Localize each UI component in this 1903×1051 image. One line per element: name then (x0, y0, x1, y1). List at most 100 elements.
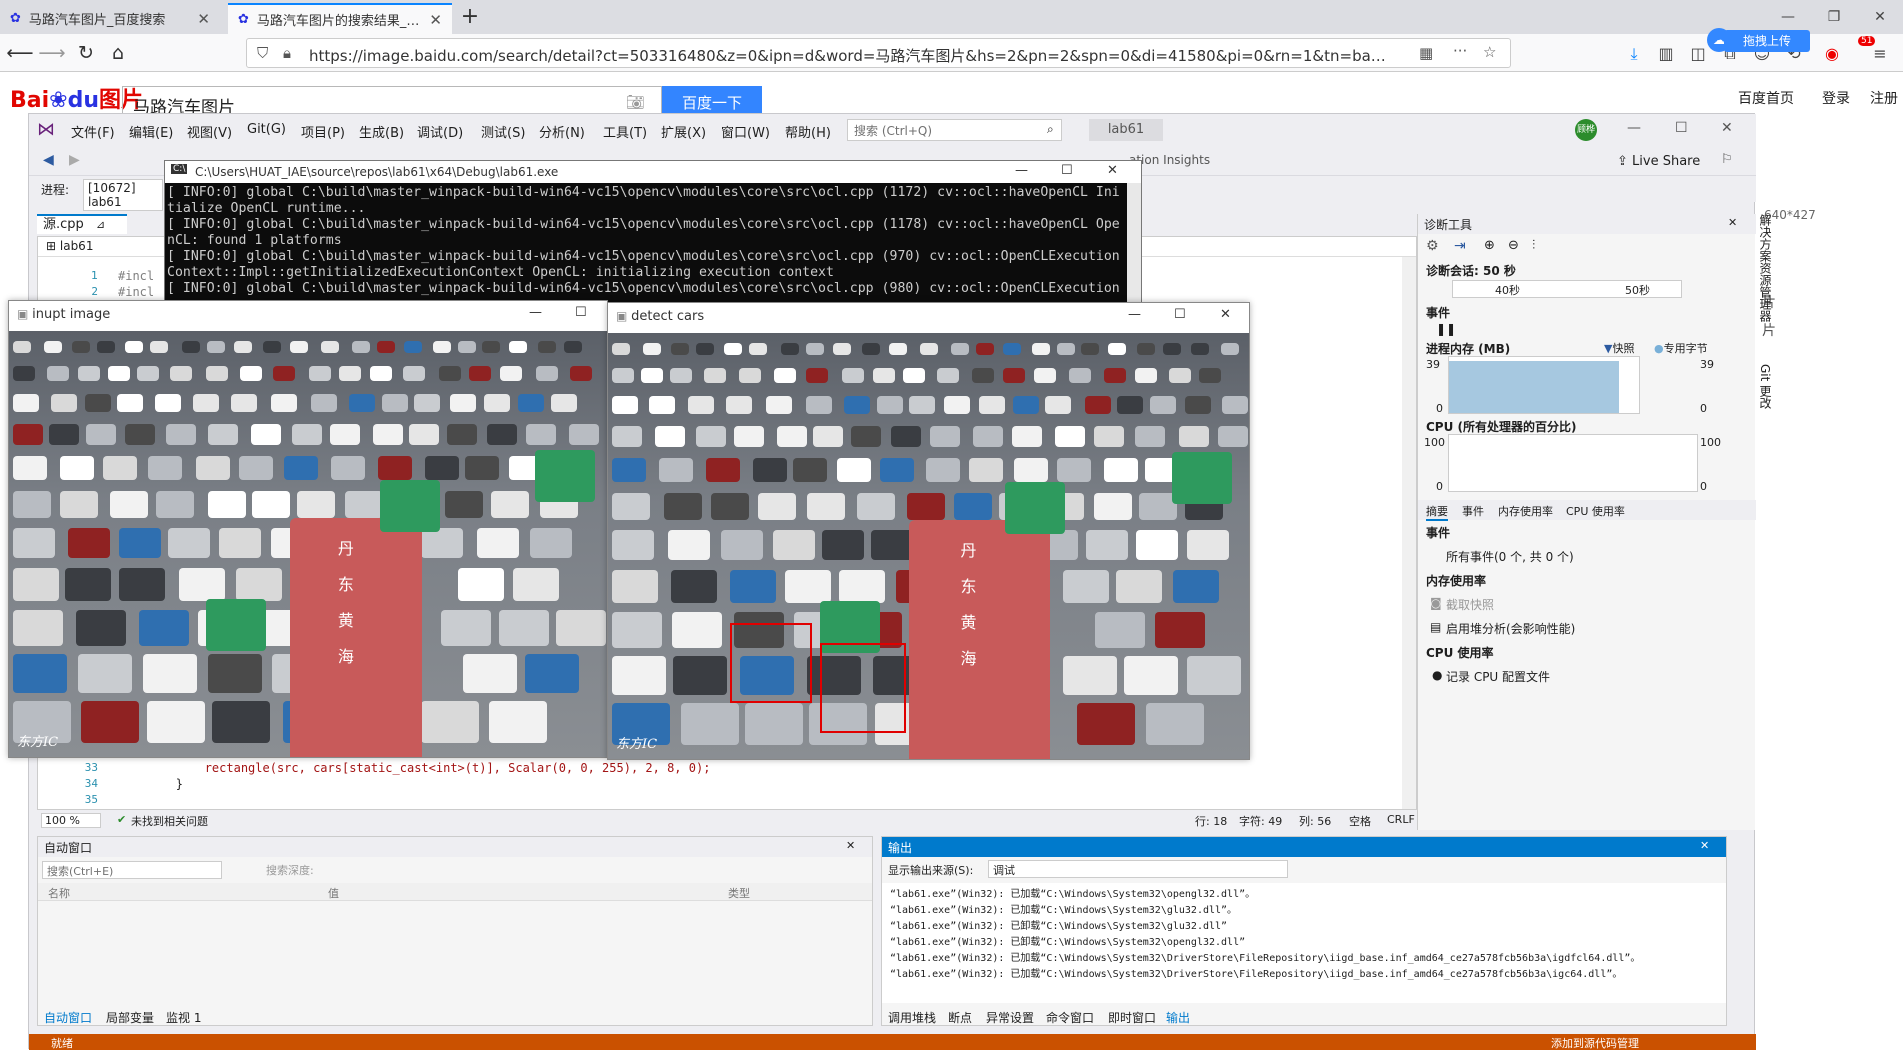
detect-cars-window[interactable]: ▣ detect cars — ☐ ✕ 丹东黄海东方IC (607, 302, 1250, 760)
menu-build[interactable]: 生成(B) (359, 122, 404, 141)
avatar[interactable]: 顾桦 (1575, 119, 1597, 141)
restore-button[interactable]: ❐ (1811, 0, 1857, 34)
close-tab-icon[interactable]: ✕ (429, 11, 442, 29)
tab-summary[interactable]: 摘要 (1426, 503, 1448, 521)
tab-command-window[interactable]: 命令窗口 (1046, 1009, 1094, 1026)
console-scrollbar[interactable] (1127, 183, 1141, 303)
url-text[interactable]: https://image.baidu.com/search/detail?ct… (309, 45, 1389, 66)
process-select[interactable]: [10672] lab61 (83, 179, 163, 211)
menu-view[interactable]: 视图(V) (187, 122, 232, 141)
take-snapshot-button[interactable]: 截取快照 (1446, 596, 1494, 613)
tab-call-stack[interactable]: 调用堆栈 (888, 1009, 936, 1026)
memory-graph[interactable] (1448, 356, 1640, 414)
heap-profiling-button[interactable]: 启用堆分析(会影响性能) (1446, 620, 1575, 637)
zoom-in-icon[interactable]: ⊕ (1484, 238, 1495, 253)
menu-project[interactable]: 项目(P) (301, 122, 345, 141)
forward-icon[interactable]: ▶ (69, 152, 80, 168)
solution-explorer-tab[interactable]: 解决方案资源管理器 (1757, 214, 1774, 322)
login-link[interactable]: 登录 (1822, 88, 1850, 108)
page-actions-icon[interactable]: ··· (1453, 42, 1467, 60)
tab-watch[interactable]: 监视 1 (166, 1009, 201, 1026)
git-changes-tab[interactable]: Git 更改 (1757, 364, 1774, 409)
console-window[interactable]: C:\ C:\Users\HUAT_IAE\source\repos\lab61… (164, 160, 1142, 304)
forward-icon[interactable]: ⟶ (38, 40, 66, 68)
menu-file[interactable]: 文件(F) (71, 122, 115, 141)
record-cpu-button[interactable]: 记录 CPU 配置文件 (1446, 668, 1550, 685)
issues-text[interactable]: 未找到相关问题 (131, 813, 208, 829)
url-bar[interactable]: ⛉ 🔒︎ https://image.baidu.com/search/deta… (246, 38, 1511, 68)
lock-icon[interactable]: 🔒︎ (283, 44, 291, 62)
tab-breakpoints[interactable]: 断点 (948, 1009, 972, 1026)
close-tab-icon[interactable]: ✕ (197, 10, 210, 28)
register-link[interactable]: 注册 (1870, 88, 1898, 108)
tab-memory[interactable]: 内存使用率 (1498, 503, 1553, 519)
col-name[interactable]: 名称 (48, 885, 70, 901)
tab-locals[interactable]: 局部变量 (106, 1009, 154, 1026)
back-icon[interactable]: ⟵ (6, 40, 34, 68)
minimize-icon[interactable]: — (1627, 120, 1641, 136)
tab-autos[interactable]: 自动窗口 (44, 1009, 92, 1026)
input-image-window[interactable]: ▣ inupt image — ☐ 丹东黄海东方IC (8, 300, 608, 758)
minimize-button[interactable]: — (1765, 0, 1811, 34)
close-icon[interactable]: ✕ (1700, 839, 1709, 852)
close-icon[interactable]: ✕ (846, 839, 855, 852)
camera-icon[interactable]: 📷︎ (626, 93, 645, 111)
vs-search-input[interactable]: 搜索 (Ctrl+Q) (847, 119, 1062, 141)
library-icon[interactable]: ▥ (1652, 40, 1680, 68)
browser-tab-active[interactable]: ✿ 马路汽车图片的搜索结果_百度… ✕ (228, 3, 452, 34)
cpu-graph[interactable] (1448, 434, 1698, 492)
col-type[interactable]: 类型 (728, 885, 750, 901)
bookmark-star-icon[interactable]: ☆ (1483, 43, 1496, 61)
pin-icon[interactable]: ⊿ (96, 218, 105, 231)
tab-cpu[interactable]: CPU 使用率 (1566, 503, 1625, 519)
menu-edit[interactable]: 编辑(E) (129, 122, 173, 141)
tab-exception-settings[interactable]: 异常设置 (986, 1009, 1034, 1026)
baidu-home-link[interactable]: 百度首页 (1738, 88, 1794, 108)
live-share-button[interactable]: ⇪ Live Share (1617, 154, 1700, 169)
extension-icon[interactable]: ◉ (1818, 40, 1846, 68)
close-window-button[interactable]: ✕ (1857, 0, 1903, 34)
output-text[interactable]: “lab61.exe”(Win32): 已加载“C:\Windows\Syste… (882, 883, 1726, 1003)
shield-icon[interactable]: ⛉ (257, 44, 268, 62)
indent-mode[interactable]: 空格 (1349, 813, 1371, 829)
minimize-icon[interactable]: — (1015, 163, 1028, 178)
menu-extensions[interactable]: 扩展(X) (661, 122, 706, 141)
back-icon[interactable]: ◀ (43, 152, 54, 168)
settings-gear-icon[interactable]: ⚙ (1426, 238, 1439, 254)
close-icon[interactable]: ✕ (1107, 163, 1118, 178)
col-value[interactable]: 值 (328, 885, 339, 901)
tab-output[interactable]: 输出 (1166, 1009, 1190, 1026)
minimize-icon[interactable]: — (1128, 307, 1141, 322)
menu-help[interactable]: 帮助(H) (785, 122, 831, 141)
cpu-section[interactable]: CPU (所有处理器的百分比) (1426, 418, 1577, 435)
home-icon[interactable]: ⌂ (104, 40, 132, 68)
menu-icon[interactable]: ≡ (1866, 40, 1894, 68)
search-icon[interactable]: ⌕ (1047, 122, 1054, 137)
tab-events[interactable]: 事件 (1462, 503, 1484, 519)
line-ending[interactable]: CRLF (1387, 813, 1415, 826)
menu-analyze[interactable]: 分析(N) (539, 122, 585, 141)
export-icon[interactable]: ⇥ (1454, 238, 1466, 254)
autos-search-input[interactable]: 搜索(Ctrl+E) (42, 861, 222, 879)
menu-window[interactable]: 窗口(W) (721, 122, 770, 141)
maximize-icon[interactable]: ☐ (1675, 120, 1688, 136)
close-icon[interactable]: ✕ (1721, 120, 1733, 136)
vertical-scrollbar[interactable] (1402, 257, 1416, 809)
menu-test[interactable]: 测试(S) (481, 122, 525, 141)
menu-git[interactable]: Git(G) (247, 122, 286, 137)
reload-icon[interactable]: ↻ (72, 40, 100, 68)
minimize-icon[interactable]: — (529, 305, 542, 320)
memory-section[interactable]: 进程内存 (MB) (1426, 340, 1510, 357)
pause-icon[interactable]: ❚❚ (1436, 322, 1456, 336)
feedback-icon[interactable]: ⚐ (1721, 152, 1733, 167)
editor-tab[interactable]: 源.cpp ⊿ ✕ (37, 214, 127, 249)
tab-immediate-window[interactable]: 即时窗口 (1108, 1009, 1156, 1026)
zoom-select[interactable]: 100 % (41, 813, 101, 828)
events-section[interactable]: 事件 (1426, 304, 1450, 321)
timeline-ruler[interactable]: 40秒 50秒 (1452, 280, 1682, 298)
maximize-icon[interactable]: ☐ (1174, 307, 1186, 322)
qr-code-icon[interactable]: ▦ (1419, 44, 1433, 62)
menu-debug[interactable]: 调试(D) (417, 122, 463, 141)
output-source-select[interactable]: 调试 (988, 860, 1288, 878)
close-icon[interactable]: ✕ (1728, 216, 1737, 229)
